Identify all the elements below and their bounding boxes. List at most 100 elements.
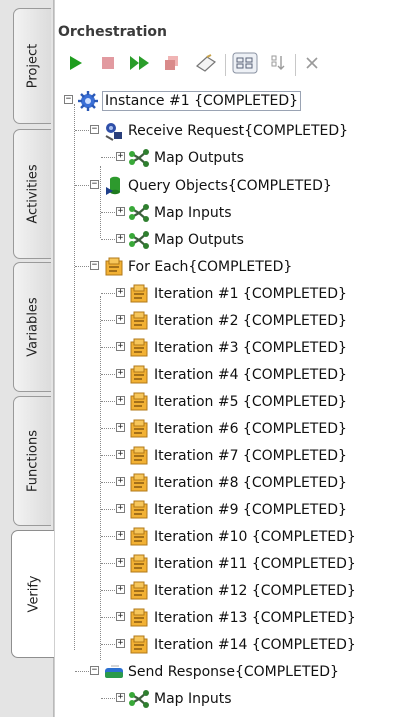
tree-node-iteration[interactable]: + Iteration #11 {COMPLETED} xyxy=(55,551,412,577)
tree-node-receive-request[interactable]: − Receive Request{COMPLETED} xyxy=(55,118,412,144)
tab-functions[interactable]: Functions xyxy=(13,396,51,526)
tree-node-for-each[interactable]: − For Each{COMPLETED} xyxy=(55,254,412,280)
iteration-icon xyxy=(130,284,148,303)
iteration-icon xyxy=(130,473,148,492)
expand-toggle[interactable]: + xyxy=(116,531,125,540)
side-tab-bar: Project Activities Variables Functions V… xyxy=(0,0,55,717)
iteration-icon xyxy=(130,338,148,357)
tree-node-map-inputs[interactable]: + Map Inputs xyxy=(55,200,412,226)
expand-toggle[interactable]: + xyxy=(116,396,125,405)
tree-node-map-inputs[interactable]: + Map Inputs xyxy=(55,686,412,712)
tree-node-label: Iteration #10 {COMPLETED} xyxy=(154,529,356,545)
tree-node-label: Map Outputs xyxy=(154,232,244,248)
expand-toggle[interactable]: + xyxy=(116,369,125,378)
expand-toggle[interactable]: + xyxy=(116,342,125,351)
tree-line xyxy=(101,509,115,510)
tree-node-map-outputs[interactable]: + Map Outputs xyxy=(55,227,412,253)
tree-node-label: Instance #1 {COMPLETED} xyxy=(102,91,302,111)
stop-button[interactable] xyxy=(97,46,119,80)
tree-node-iteration[interactable]: + Iteration #9 {COMPLETED} xyxy=(55,497,412,523)
expand-toggle[interactable]: + xyxy=(116,234,125,243)
expand-toggle[interactable]: + xyxy=(116,558,125,567)
tab-variables-label: Variables xyxy=(25,297,40,357)
iteration-icon xyxy=(130,365,148,384)
run-button[interactable] xyxy=(65,46,87,80)
map-icon xyxy=(129,149,149,167)
map-icon xyxy=(129,204,149,222)
tree-node-query-objects[interactable]: − Query Objects{COMPLETED} xyxy=(55,173,412,199)
tree-node-iteration[interactable]: + Iteration #14 {COMPLETED} xyxy=(55,632,412,658)
tree-node-iteration[interactable]: + Iteration #5 {COMPLETED} xyxy=(55,389,412,415)
tree-node-map-outputs[interactable]: + Map Outputs xyxy=(55,145,412,171)
panel-title: Orchestration xyxy=(58,24,168,40)
fast-forward-button[interactable] xyxy=(127,46,153,80)
expand-toggle[interactable]: + xyxy=(116,693,125,702)
tab-verify-label: Verify xyxy=(26,575,41,613)
expand-toggle[interactable]: + xyxy=(116,423,125,432)
tree-node-iteration[interactable]: + Iteration #2 {COMPLETED} xyxy=(55,308,412,334)
tree-node-label: Map Outputs xyxy=(154,150,244,166)
tree-node-iteration[interactable]: + Iteration #6 {COMPLETED} xyxy=(55,416,412,442)
tree-line xyxy=(101,157,115,158)
map-icon xyxy=(129,231,149,249)
tree-node-iteration[interactable]: + Iteration #13 {COMPLETED} xyxy=(55,605,412,631)
expand-toggle[interactable]: + xyxy=(116,612,125,621)
tree-line xyxy=(101,374,115,375)
collapse-toggle[interactable]: − xyxy=(64,95,73,104)
layout-button[interactable] xyxy=(231,46,259,80)
fast-forward-icon xyxy=(130,56,149,70)
toolbar xyxy=(55,46,412,80)
delete-icon xyxy=(165,56,178,70)
close-button[interactable] xyxy=(301,46,323,80)
tree-node-label: For Each{COMPLETED} xyxy=(128,259,293,275)
iteration-icon xyxy=(130,446,148,465)
tree-node-label: Iteration #7 {COMPLETED} xyxy=(154,448,347,464)
tree-node-label: Receive Request{COMPLETED} xyxy=(128,123,349,139)
expand-toggle[interactable]: + xyxy=(116,477,125,486)
tree-node-iteration[interactable]: + Iteration #10 {COMPLETED} xyxy=(55,524,412,550)
orchestration-panel: Orchestration − Instance #1 {COMPLETED} … xyxy=(54,0,412,717)
collapse-toggle[interactable]: − xyxy=(90,261,99,270)
delete-button[interactable] xyxy=(161,46,183,80)
iteration-icon xyxy=(130,500,148,519)
step-button[interactable] xyxy=(267,46,289,80)
tree-line xyxy=(101,644,115,645)
collapse-toggle[interactable]: − xyxy=(90,125,99,134)
tree-node-iteration[interactable]: + Iteration #3 {COMPLETED} xyxy=(55,335,412,361)
tree-line xyxy=(101,212,115,213)
tab-variables[interactable]: Variables xyxy=(13,262,51,392)
tree-node-iteration[interactable]: + Iteration #4 {COMPLETED} xyxy=(55,362,412,388)
iteration-icon xyxy=(130,311,148,330)
tab-activities[interactable]: Activities xyxy=(13,129,51,259)
tree-line xyxy=(75,671,89,672)
tree-node-label: Iteration #4 {COMPLETED} xyxy=(154,367,347,383)
tree-line xyxy=(101,239,115,240)
tree-node-iteration[interactable]: + Iteration #12 {COMPLETED} xyxy=(55,578,412,604)
clear-button[interactable] xyxy=(193,46,219,80)
expand-toggle[interactable]: + xyxy=(116,152,125,161)
tab-project[interactable]: Project xyxy=(13,8,51,124)
send-response-icon xyxy=(105,665,123,678)
tree-node-instance[interactable]: − Instance #1 {COMPLETED} xyxy=(55,88,412,114)
tree-node-send-response[interactable]: − Send Response{COMPLETED} xyxy=(55,659,412,685)
collapse-toggle[interactable]: − xyxy=(90,666,99,675)
expand-toggle[interactable]: + xyxy=(116,315,125,324)
expand-toggle[interactable]: + xyxy=(116,288,125,297)
expand-toggle[interactable]: + xyxy=(116,639,125,648)
expand-toggle[interactable]: + xyxy=(116,585,125,594)
tree-node-iteration[interactable]: + Iteration #8 {COMPLETED} xyxy=(55,470,412,496)
tree-node-label: Iteration #2 {COMPLETED} xyxy=(154,313,347,329)
tree-node-label: Iteration #8 {COMPLETED} xyxy=(154,475,347,491)
clear-icon xyxy=(196,54,216,72)
tree-line xyxy=(101,320,115,321)
expand-toggle[interactable]: + xyxy=(116,207,125,216)
tree-node-iteration[interactable]: + Iteration #1 {COMPLETED} xyxy=(55,281,412,307)
stop-icon xyxy=(102,57,114,69)
iteration-icon xyxy=(130,392,148,411)
for-each-icon xyxy=(105,257,123,276)
expand-toggle[interactable]: + xyxy=(116,450,125,459)
tab-verify[interactable]: Verify xyxy=(11,530,55,658)
tree-node-iteration[interactable]: + Iteration #7 {COMPLETED} xyxy=(55,443,412,469)
collapse-toggle[interactable]: − xyxy=(90,180,99,189)
expand-toggle[interactable]: + xyxy=(116,504,125,513)
